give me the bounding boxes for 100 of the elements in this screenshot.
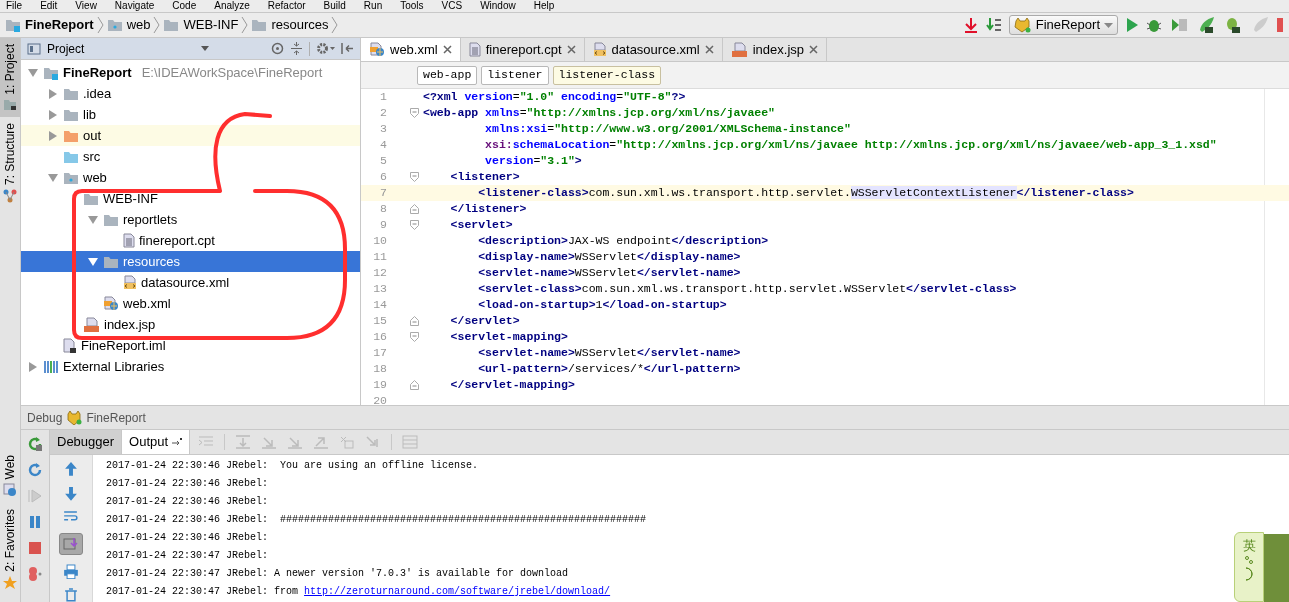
fold-marker-icon[interactable] [410,316,419,326]
pause-icon[interactable] [27,514,43,530]
menu-item[interactable]: Build [323,0,346,12]
xml-breadcrumb[interactable]: listener [481,65,549,85]
collapsed-arrow-icon[interactable] [49,88,57,99]
tree-item[interactable]: index.jsp [21,314,360,335]
code-line: <display-name>WSServlet</display-name> [477,249,741,266]
tree-item[interactable]: External Libraries [21,356,360,377]
web-icon [3,483,17,498]
tool-window-tab[interactable]: Web [0,448,20,504]
menu-item[interactable]: View [75,0,97,12]
coverage-icon[interactable] [1171,17,1189,33]
tree-item[interactable]: FineReport.iml [21,335,360,356]
breadcrumb[interactable]: resources [248,15,332,35]
menu-item[interactable]: File [6,0,23,12]
ime-toolbar[interactable]: 英 [1234,532,1264,602]
menu-item[interactable]: Window [480,0,516,12]
close-icon[interactable] [704,45,714,54]
fold-marker-icon[interactable] [410,204,419,214]
menu-item[interactable]: Help [533,0,555,12]
expanded-arrow-icon[interactable] [48,173,58,182]
fold-marker-icon[interactable] [410,108,419,118]
close-icon[interactable] [566,45,576,54]
run-icon[interactable] [1125,17,1139,33]
hide-panel-icon[interactable] [341,42,354,55]
console-link[interactable]: http://zeroturnaround.com/software/jrebel/download/ [304,586,611,597]
close-icon[interactable] [809,45,819,54]
menu-item[interactable]: VCS [441,0,463,12]
collapse-icon[interactable] [290,42,303,55]
tree-item[interactable]: finereport.cpt [21,230,360,251]
line-number: 16 [372,329,387,346]
punctuation-icon[interactable] [1244,556,1254,564]
breakpoints-icon[interactable] [27,566,43,582]
expanded-arrow-icon[interactable] [28,68,38,77]
settings-icon[interactable] [316,42,335,55]
menu-item[interactable]: Tools [400,0,424,12]
editor-tab[interactable]: web.xml [361,38,461,61]
breadcrumb[interactable]: web [103,15,154,35]
down-arrow-icon[interactable] [64,485,78,502]
close-icon[interactable] [442,45,452,54]
chevron-icon [331,16,339,34]
collapsed-arrow-icon[interactable] [29,361,37,372]
stop-icon[interactable] [27,540,43,556]
tree-item[interactable]: out [21,125,360,146]
line-number: 17 [372,345,387,362]
refresh-icon[interactable] [27,462,43,478]
tool-window-tab[interactable]: 7: Structure [0,116,20,209]
rerun-icon[interactable] [27,436,43,452]
tree-item[interactable]: FineReport E:\IDEAWorkSpace\FineReport [21,62,360,83]
menu-item[interactable]: Analyze [214,0,250,12]
pin-arrow-icon[interactable] [172,438,183,446]
tree-item[interactable]: web [21,167,360,188]
collapsed-arrow-icon[interactable] [49,109,57,120]
breadcrumb[interactable]: WEB-INF [160,15,242,35]
breadcrumb[interactable]: FineReport [2,15,97,35]
folder-icon [106,18,123,32]
step-into-icon [261,435,278,449]
tree-item[interactable]: datasource.xml [21,272,360,293]
debug-tab[interactable]: Output [122,430,191,454]
bug-icon[interactable] [1146,17,1164,33]
menu-item[interactable]: Navigate [114,0,155,12]
fold-marker-icon[interactable] [410,380,419,390]
debug-tab[interactable]: Debugger [50,430,123,454]
tool-window-tab[interactable]: 2: Favorites [0,503,20,596]
code-line: xmlns:xsi="http://www.w3.org/2001/XMLSchema-instance" [484,121,851,138]
fold-marker-icon[interactable] [410,332,419,342]
folder-icon [63,149,79,164]
expanded-arrow-icon[interactable] [88,257,98,266]
tree-item[interactable]: reportlets [21,209,360,230]
xml-breadcrumb[interactable]: listener-class [552,65,662,85]
download-arrow-icon[interactable] [962,17,979,33]
tree-item[interactable]: src [21,146,360,167]
project-path: E:\IDEAWorkSpace\FineReport [141,63,323,82]
print-icon[interactable] [63,563,79,580]
run-config-dropdown[interactable]: FineReport [1008,15,1118,35]
tree-item[interactable]: resources [21,251,360,272]
tree-item[interactable]: WEB-INF [21,188,360,209]
target-icon[interactable] [271,42,284,55]
xml-breadcrumb[interactable]: web-app [417,65,478,85]
expanded-arrow-icon[interactable] [88,215,98,224]
stop-icon[interactable] [1277,17,1283,33]
tree-item[interactable]: lib [21,104,360,125]
fold-marker-icon[interactable] [410,220,419,230]
moon-icon[interactable] [1243,567,1255,581]
tree-item[interactable]: web.xml [21,293,360,314]
tree-item[interactable]: .idea [21,83,360,104]
ime-mode-label[interactable]: 英 [1242,539,1256,553]
menu-item[interactable]: Code [172,0,197,12]
tool-window-tab[interactable]: 1: Project [0,38,20,117]
fold-marker-icon[interactable] [410,172,419,182]
caret-icon[interactable] [201,46,209,51]
scroll-to-end-button[interactable] [59,533,83,555]
binary-sort-icon[interactable] [985,17,1002,33]
up-arrow-icon[interactable] [64,461,78,477]
collapsed-arrow-icon[interactable] [49,130,57,141]
menu-item[interactable]: Edit [40,0,58,12]
menu-item[interactable]: Refactor [267,0,306,12]
menu-item[interactable]: Run [363,0,383,12]
folder-icon [83,191,99,206]
trash-icon[interactable] [64,588,78,602]
